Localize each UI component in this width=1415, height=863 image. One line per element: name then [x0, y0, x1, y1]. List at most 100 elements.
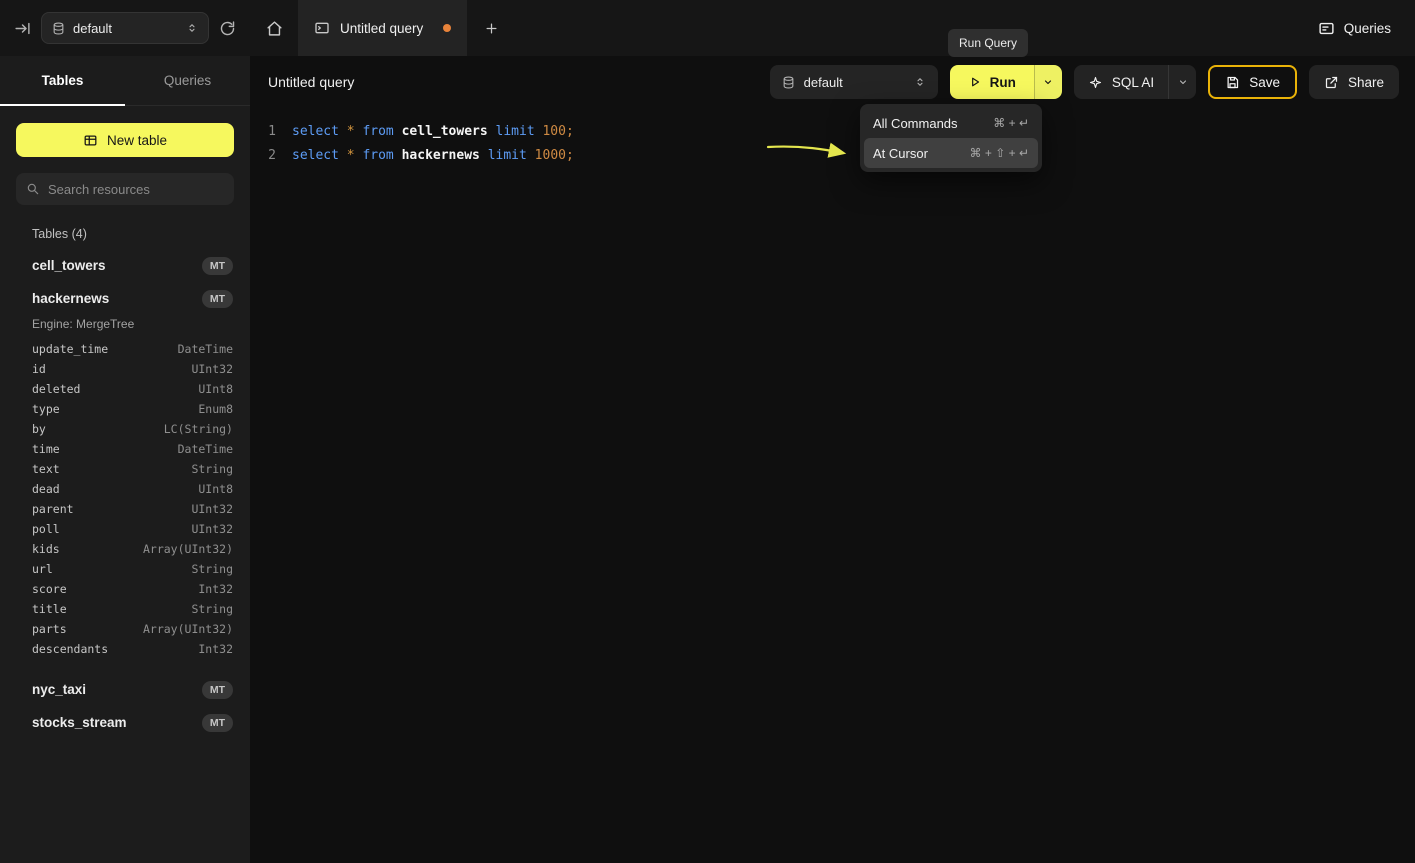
column-name: update_time — [32, 342, 108, 356]
column-row[interactable]: typeEnum8 — [0, 399, 250, 419]
new-tab-button[interactable] — [467, 0, 515, 56]
column-name: id — [32, 362, 46, 376]
column-name: parent — [32, 502, 74, 516]
code-text: select * from hackernews limit 1000; — [292, 144, 574, 168]
run-button-label: Run — [990, 75, 1016, 90]
new-table-button[interactable]: New table — [16, 123, 234, 157]
column-type: DateTime — [178, 442, 233, 456]
database-selector[interactable]: default — [41, 12, 209, 44]
column-type: String — [191, 562, 233, 576]
query-database-value: default — [804, 75, 843, 90]
run-button-group: Run — [950, 65, 1062, 99]
column-name: score — [32, 582, 67, 596]
run-query-tooltip: Run Query — [948, 29, 1028, 57]
table-row-cell-towers[interactable]: cell_towers MT — [0, 249, 250, 282]
query-database-selector[interactable]: default — [770, 65, 938, 99]
query-tab-icon — [314, 20, 330, 36]
refresh-icon[interactable] — [219, 20, 236, 37]
home-icon — [266, 20, 283, 37]
table-row-stocks-stream[interactable]: stocks_stream MT — [0, 706, 250, 739]
engine-badge: MT — [202, 290, 233, 308]
sql-ai-sparkle-icon — [1088, 75, 1103, 90]
run-menu-item[interactable]: All Commands⌘ + ↵ — [864, 108, 1038, 138]
search-input[interactable] — [48, 182, 224, 197]
new-table-label: New table — [107, 133, 167, 148]
sidebar-tabs: Tables Queries — [0, 56, 250, 106]
column-name: parts — [32, 622, 67, 636]
column-type: UInt8 — [198, 382, 233, 396]
sidebar-tab-queries[interactable]: Queries — [125, 56, 250, 105]
column-row[interactable]: scoreInt32 — [0, 579, 250, 599]
sql-ai-button[interactable]: SQL AI — [1074, 65, 1168, 99]
play-icon — [968, 75, 982, 89]
table-name: nyc_taxi — [32, 682, 86, 697]
column-name: url — [32, 562, 53, 576]
queries-button[interactable]: Queries — [1318, 20, 1391, 37]
run-menu: All Commands⌘ + ↵At Cursor⌘ + ⇧ + ↵ — [860, 104, 1042, 172]
engine-badge: MT — [202, 257, 233, 275]
main-panel: Untitled query default — [250, 56, 1415, 863]
topbar: default Untitled query — [0, 0, 1415, 56]
engine-badge: MT — [202, 714, 233, 732]
table-list: cell_towers MT hackernews MT Engine: Mer… — [0, 249, 250, 739]
column-name: dead — [32, 482, 60, 496]
sidebar-collapse-icon[interactable] — [14, 20, 31, 37]
tab-untitled-query[interactable]: Untitled query — [298, 0, 467, 56]
column-row[interactable]: deletedUInt8 — [0, 379, 250, 399]
column-row[interactable]: time DateTime — [0, 439, 250, 459]
column-row[interactable]: idUInt32 — [0, 359, 250, 379]
column-row[interactable]: byLC(String) — [0, 419, 250, 439]
tab-label: Untitled query — [340, 21, 423, 36]
search-box — [16, 173, 234, 205]
column-type: UInt32 — [191, 502, 233, 516]
query-title: Untitled query — [268, 74, 354, 90]
chevron-down-icon — [1042, 76, 1054, 88]
sql-editor[interactable]: 1select * from cell_towers limit 100;2se… — [250, 108, 1415, 863]
column-row[interactable]: kidsArray(UInt32) — [0, 539, 250, 559]
menu-item-label: At Cursor — [873, 146, 928, 161]
tab-bar: Untitled query — [250, 0, 1318, 56]
column-row[interactable]: pollUInt32 — [0, 519, 250, 539]
table-name: stocks_stream — [32, 715, 127, 730]
sql-ai-options-button[interactable] — [1168, 65, 1196, 99]
column-type: UInt32 — [191, 522, 233, 536]
column-row[interactable]: update_timeDateTime — [0, 339, 250, 359]
column-row[interactable]: parts Array(UInt32) — [0, 619, 250, 639]
home-tab[interactable] — [250, 0, 298, 56]
column-row[interactable]: parent UInt32 — [0, 499, 250, 519]
column-name: time — [32, 442, 60, 456]
run-menu-item[interactable]: At Cursor⌘ + ⇧ + ↵ — [864, 138, 1038, 168]
column-row[interactable]: titleString — [0, 599, 250, 619]
column-row[interactable]: deadUInt8 — [0, 479, 250, 499]
column-type: Array(UInt32) — [143, 622, 233, 636]
column-row[interactable]: url String — [0, 559, 250, 579]
table-row-hackernews[interactable]: hackernews MT — [0, 282, 250, 315]
column-type: String — [191, 462, 233, 476]
queries-button-label: Queries — [1344, 21, 1391, 36]
column-name: descendants — [32, 642, 108, 656]
column-row[interactable]: textString — [0, 459, 250, 479]
table-row-nyc-taxi[interactable]: nyc_taxi MT — [0, 673, 250, 706]
topbar-right: Queries — [1318, 0, 1415, 56]
code-text: select * from cell_towers limit 100; — [292, 120, 574, 144]
column-row[interactable]: descendantsInt32 — [0, 639, 250, 659]
chevron-down-icon — [1177, 76, 1189, 88]
share-button-label: Share — [1348, 75, 1384, 90]
database-icon — [52, 22, 65, 35]
editor-lines: 1select * from cell_towers limit 100;2se… — [262, 120, 1415, 168]
hackernews-columns: update_timeDateTimeidUInt32deletedUInt8t… — [0, 339, 250, 659]
sidebar-tab-tables[interactable]: Tables — [0, 56, 125, 105]
engine-badge: MT — [202, 681, 233, 699]
line-number: 2 — [262, 144, 276, 168]
updown-chevrons-icon — [914, 76, 926, 88]
plus-icon — [484, 21, 499, 36]
table-grid-icon — [83, 133, 98, 148]
sidebar: Tables Queries New table Tables (4) cell… — [0, 56, 250, 863]
database-selector-value: default — [73, 21, 112, 36]
column-type: Array(UInt32) — [143, 542, 233, 556]
run-options-button[interactable] — [1034, 65, 1062, 99]
run-button[interactable]: Run — [950, 65, 1034, 99]
share-button[interactable]: Share — [1309, 65, 1399, 99]
save-button[interactable]: Save — [1208, 65, 1297, 99]
share-icon — [1324, 75, 1339, 90]
